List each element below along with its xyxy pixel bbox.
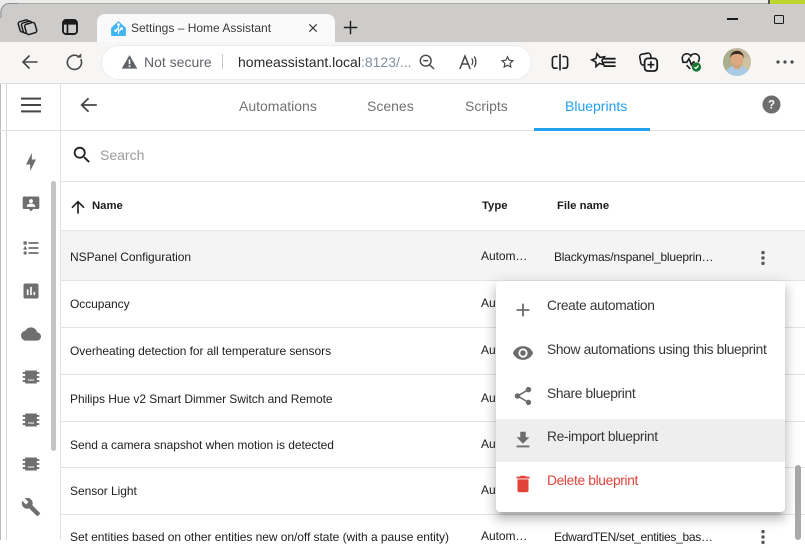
svg-text:?: ?: [768, 100, 775, 112]
